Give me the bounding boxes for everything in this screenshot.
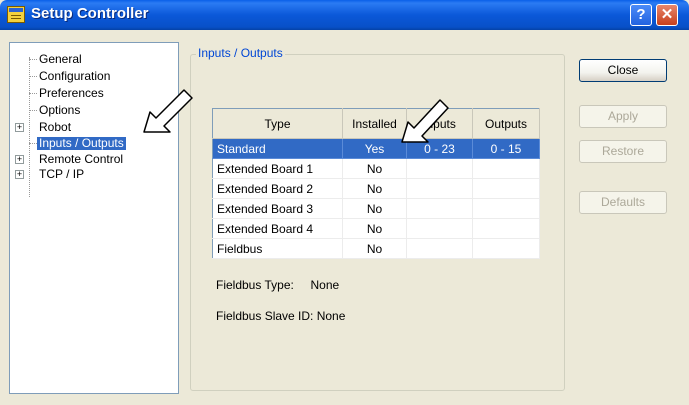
tree-item-label: Robot bbox=[39, 120, 72, 134]
close-button[interactable]: Close bbox=[579, 59, 667, 82]
table-row[interactable]: Standard Yes 0 - 23 0 - 15 bbox=[212, 138, 540, 159]
table-row[interactable]: Extended Board 3 No bbox=[212, 198, 540, 219]
cell-outputs: 0 - 15 bbox=[472, 138, 540, 159]
cell-type: Standard bbox=[212, 138, 343, 159]
cell-type: Fieldbus bbox=[212, 238, 343, 259]
cell-outputs bbox=[472, 238, 540, 259]
cell-type: Extended Board 3 bbox=[212, 198, 343, 219]
fieldbus-type-text: Fieldbus Type: None bbox=[216, 278, 340, 292]
cell-outputs bbox=[472, 178, 540, 199]
tree-branch-line bbox=[29, 93, 37, 94]
pointer-arrow-icon bbox=[401, 99, 449, 143]
cell-installed: No bbox=[342, 178, 407, 199]
defaults-button[interactable]: Defaults bbox=[579, 191, 667, 214]
cell-inputs bbox=[406, 238, 473, 259]
apply-button[interactable]: Apply bbox=[579, 105, 667, 128]
tree-branch-line bbox=[29, 110, 37, 111]
cell-type: Extended Board 1 bbox=[212, 158, 343, 179]
cell-inputs bbox=[406, 178, 473, 199]
tree-item-tcp-ip[interactable]: + TCP / IP bbox=[10, 168, 170, 181]
tree-item-label: Configuration bbox=[39, 69, 111, 83]
cell-outputs bbox=[472, 198, 540, 219]
table-row[interactable]: Extended Board 4 No bbox=[212, 218, 540, 239]
cell-installed: No bbox=[342, 158, 407, 179]
restore-button[interactable]: Restore bbox=[579, 140, 667, 163]
column-header-type[interactable]: Type bbox=[212, 108, 343, 139]
tree-item-label: Preferences bbox=[39, 86, 104, 100]
cell-outputs bbox=[472, 218, 540, 239]
table-row[interactable]: Extended Board 1 No bbox=[212, 158, 540, 179]
cell-inputs bbox=[406, 158, 473, 179]
tree-item-label: Remote Control bbox=[39, 152, 124, 166]
expand-plus-icon[interactable]: + bbox=[15, 123, 24, 132]
column-header-outputs[interactable]: Outputs bbox=[472, 108, 540, 139]
tree-item-configuration[interactable]: Configuration bbox=[10, 70, 170, 83]
tree-item-label: Inputs / Outputs bbox=[37, 136, 126, 150]
cell-installed: Yes bbox=[342, 138, 407, 159]
tree-item-remote-control[interactable]: + Remote Control bbox=[10, 153, 170, 166]
window-title: Setup Controller bbox=[31, 5, 149, 22]
fieldbus-slave-id-text: Fieldbus Slave ID: None bbox=[216, 309, 346, 323]
tree-branch-line bbox=[29, 76, 37, 77]
column-header-installed[interactable]: Installed bbox=[342, 108, 407, 139]
cell-type: Extended Board 4 bbox=[212, 218, 343, 239]
tree-item-inputs-outputs[interactable]: Inputs / Outputs bbox=[10, 137, 170, 150]
tree-item-label: Options bbox=[39, 103, 81, 117]
cell-installed: No bbox=[342, 218, 407, 239]
cell-installed: No bbox=[342, 238, 407, 259]
tree-item-general[interactable]: General bbox=[10, 53, 170, 66]
window-close-button[interactable]: ✕ bbox=[656, 4, 678, 26]
table-row[interactable]: Fieldbus No bbox=[212, 238, 540, 259]
app-icon bbox=[7, 6, 25, 23]
pointer-arrow-icon bbox=[143, 89, 193, 133]
tree-branch-line bbox=[29, 143, 37, 144]
cell-type: Extended Board 2 bbox=[212, 178, 343, 199]
group-title: Inputs / Outputs bbox=[196, 46, 285, 60]
tree-branch-line bbox=[29, 59, 37, 60]
table-row[interactable]: Extended Board 2 No bbox=[212, 178, 540, 199]
cell-installed: No bbox=[342, 198, 407, 219]
help-button[interactable]: ? bbox=[630, 4, 652, 26]
cell-outputs bbox=[472, 158, 540, 179]
io-table[interactable]: Type Installed Inputs Outputs Standard Y… bbox=[212, 108, 540, 259]
tree-item-label: General bbox=[39, 52, 82, 66]
cell-inputs bbox=[406, 218, 473, 239]
expand-plus-icon[interactable]: + bbox=[15, 155, 24, 164]
tree-item-label: TCP / IP bbox=[39, 167, 85, 181]
cell-inputs bbox=[406, 198, 473, 219]
title-bar[interactable]: Setup Controller ? ✕ bbox=[0, 0, 689, 30]
expand-plus-icon[interactable]: + bbox=[15, 170, 24, 179]
